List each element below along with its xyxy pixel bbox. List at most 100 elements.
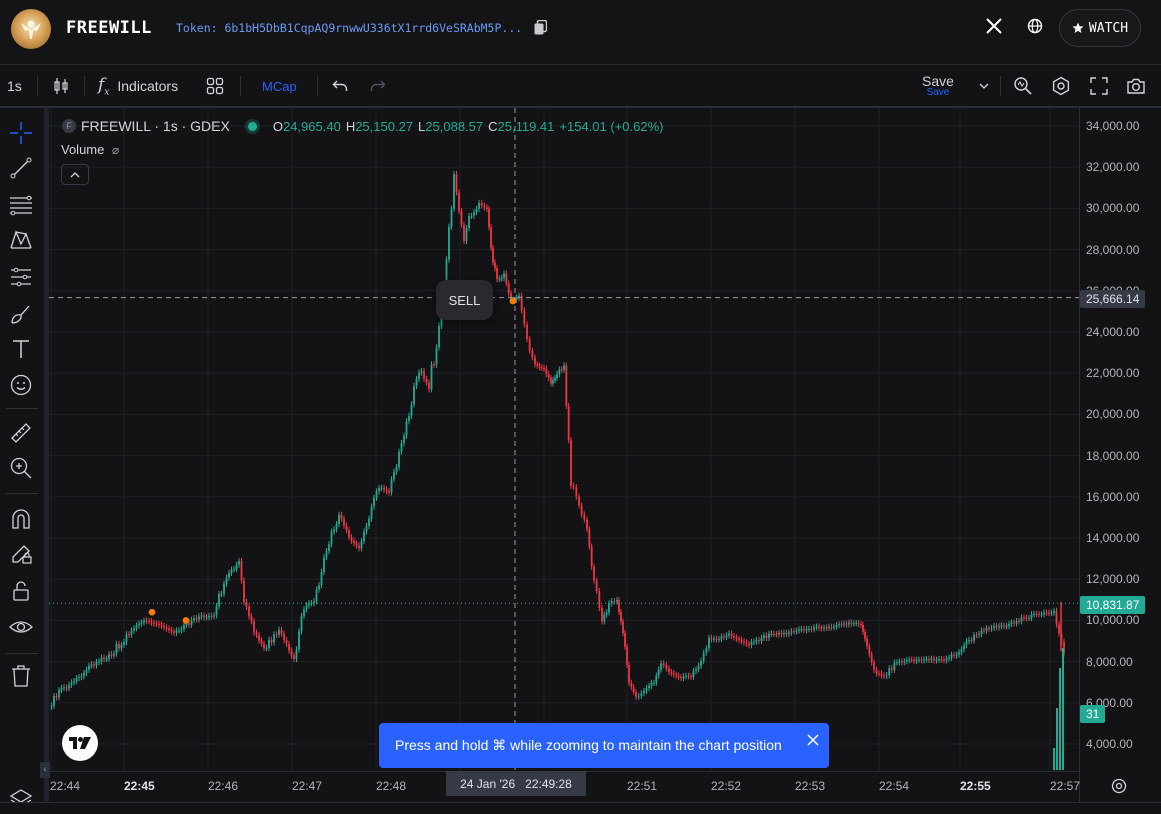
candle-body <box>713 638 715 640</box>
candle-body <box>300 616 303 632</box>
candle-body <box>753 641 755 643</box>
indicators-button[interactable]: fx Indicators <box>98 66 178 106</box>
chevron-down-icon[interactable] <box>979 66 989 106</box>
fib-levels-icon[interactable] <box>8 192 34 218</box>
candle-body <box>470 215 473 217</box>
layouts-icon[interactable] <box>206 66 224 106</box>
scroll-left-icon[interactable]: ‹ <box>40 762 50 778</box>
chevron-up-icon <box>70 171 80 177</box>
candle-body <box>335 524 338 530</box>
camera-icon[interactable] <box>1126 66 1146 106</box>
candle-body <box>866 638 868 647</box>
candle-body <box>310 603 313 605</box>
freewill-logo[interactable] <box>11 9 51 49</box>
settings-icon[interactable] <box>1051 66 1071 106</box>
candle-body <box>910 659 913 661</box>
candle-body <box>833 626 835 628</box>
candle-body <box>438 325 440 348</box>
x-social-icon[interactable] <box>986 18 1002 39</box>
candle-body <box>601 608 603 622</box>
candle-body <box>840 624 843 626</box>
candle-body <box>178 630 180 632</box>
candle-body <box>950 654 953 658</box>
crosshair-icon[interactable] <box>8 120 34 146</box>
candle-body <box>808 628 810 630</box>
candle-body <box>653 682 655 684</box>
candle-body <box>526 324 528 340</box>
candle-body <box>103 657 105 660</box>
trend-line-icon[interactable] <box>8 155 34 181</box>
pattern-icon[interactable] <box>8 227 34 253</box>
candle-body <box>203 615 205 618</box>
high-value: 25,150.27 <box>355 118 414 134</box>
candle-body <box>898 661 901 663</box>
volume-value-label: 31 <box>1080 705 1106 723</box>
candle-body <box>632 687 635 693</box>
candle-body <box>65 687 68 689</box>
hidden-eye-icon[interactable]: ⌀ <box>112 143 119 157</box>
tradingview-logo[interactable] <box>62 725 98 761</box>
emoji-icon[interactable] <box>8 372 34 398</box>
candle-body <box>918 659 920 661</box>
candle-body <box>677 675 680 678</box>
zoom-in-icon[interactable] <box>8 455 34 481</box>
trash-icon[interactable] <box>8 663 34 689</box>
globe-icon[interactable] <box>1027 18 1043 39</box>
candle-body <box>210 615 213 617</box>
alert-search-icon[interactable] <box>1013 66 1033 106</box>
text-icon[interactable] <box>8 336 34 362</box>
price-tick-label: 12,000.00 <box>1086 572 1140 587</box>
candle-body <box>463 224 465 242</box>
candle-body <box>120 644 123 649</box>
eye-icon[interactable] <box>8 614 34 640</box>
candle-body <box>348 530 350 538</box>
candle-body <box>133 628 135 631</box>
chart-pane[interactable] <box>49 108 1079 771</box>
lock-drawing-icon[interactable] <box>8 541 34 567</box>
candles-icon[interactable] <box>52 66 70 106</box>
forecast-icon[interactable] <box>8 264 34 290</box>
symbol-title[interactable]: FREEWILL · 1s · GDEX <box>81 118 230 134</box>
candle-body <box>113 653 115 656</box>
close-value: 25,119.41 <box>497 118 555 134</box>
drawing-toolbar <box>0 108 49 813</box>
copy-icon[interactable] <box>534 19 548 40</box>
candle-body <box>95 662 98 666</box>
ruler-icon[interactable] <box>8 420 34 446</box>
token-address[interactable]: Token: 6b1bH5DbB1CqpAQ9rnwwU336tX1rrd6Ve… <box>176 21 522 35</box>
candle-body <box>230 569 233 573</box>
candle-body <box>233 569 235 571</box>
candle-body <box>523 310 526 325</box>
candle-body <box>988 628 990 630</box>
candle-body <box>864 631 866 639</box>
candle-body <box>403 435 405 444</box>
brush-icon[interactable] <box>8 301 34 327</box>
watch-button[interactable]: WATCH <box>1059 9 1141 47</box>
candle-body <box>723 636 725 638</box>
price-chart[interactable] <box>49 108 1079 771</box>
candle-body <box>785 632 788 635</box>
candle-body <box>938 659 940 661</box>
redo-icon[interactable] <box>370 66 386 106</box>
undo-icon[interactable] <box>332 66 348 106</box>
unlock-icon[interactable] <box>8 578 34 604</box>
sell-marker-tooltip[interactable]: SELL <box>436 280 493 320</box>
chart-settings-icon[interactable] <box>1110 777 1128 800</box>
fullscreen-icon[interactable] <box>1090 66 1108 106</box>
close-icon[interactable] <box>807 733 819 749</box>
save-button[interactable]: Save Save <box>922 66 954 106</box>
candle-body <box>475 208 478 213</box>
candle-body <box>668 668 670 673</box>
collapse-legend-button[interactable] <box>61 164 89 185</box>
interval-selector[interactable]: 1s <box>7 66 22 106</box>
candle-body <box>435 347 438 365</box>
candle-body <box>303 609 305 617</box>
candle-body <box>295 649 298 660</box>
magnet-icon[interactable] <box>8 506 34 532</box>
candle-body <box>378 487 380 492</box>
time-tick-label: 22:57 <box>1050 779 1081 793</box>
mcap-toggle[interactable]: MCap <box>262 66 297 106</box>
candle-body <box>253 621 255 633</box>
candle-body <box>948 657 950 659</box>
candle-body <box>388 490 390 493</box>
